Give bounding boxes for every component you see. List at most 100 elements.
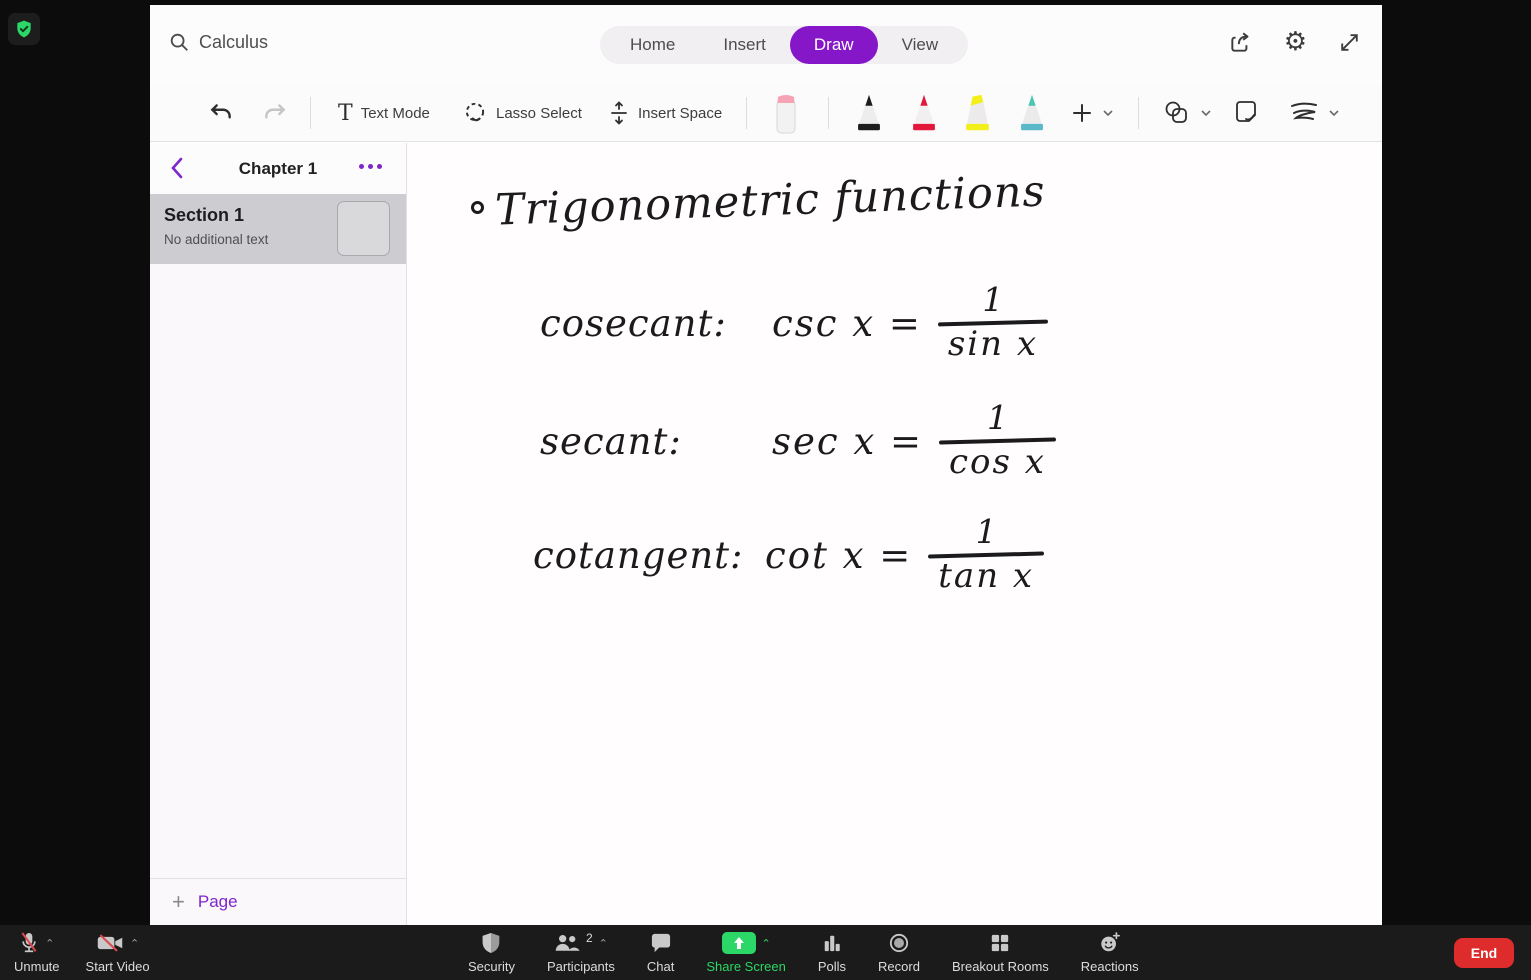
plus-icon: + xyxy=(172,889,185,914)
reactions-label: Reactions xyxy=(1080,959,1139,974)
breakout-rooms-button[interactable]: Breakout Rooms xyxy=(952,931,1049,974)
settings-gear-icon[interactable]: ⚙ xyxy=(1284,29,1307,55)
shield-check-icon xyxy=(17,20,31,38)
security-shield-icon xyxy=(483,933,500,953)
text-mode-label: Text Mode xyxy=(360,104,430,122)
reactions-button[interactable]: Reactions xyxy=(1081,931,1139,974)
share-icon[interactable] xyxy=(1228,29,1254,55)
chat-button[interactable]: Chat xyxy=(647,931,674,974)
ribbon-tabs: Home Insert Draw View xyxy=(600,26,969,64)
video-options-chevron[interactable]: ⌃ xyxy=(130,937,139,950)
red-pen-icon xyxy=(913,94,935,131)
note-canvas[interactable]: Trigonometric functions cosecant: csc x … xyxy=(407,143,1382,925)
meeting-control-bar: ⌃ Unmute ⌃ Start Video Security 2 ⌃ Part… xyxy=(0,925,1531,980)
ink-label: cosecant: xyxy=(540,301,727,345)
pen-red[interactable] xyxy=(907,85,941,141)
share-screen-label: Share Screen xyxy=(706,959,786,974)
draw-toolbar: T Text Mode Lasso Select Insert Space xyxy=(150,85,1382,142)
lasso-label: Lasso Select xyxy=(496,104,582,122)
teal-pen-icon xyxy=(1021,94,1043,131)
text-mode-button[interactable]: T Text Mode xyxy=(338,85,430,141)
record-label: Record xyxy=(878,959,920,974)
ink-fraction: 1 tan x xyxy=(928,512,1045,597)
fraction-denominator: sin x xyxy=(947,324,1039,365)
page-list-item[interactable]: Section 1 No additional text xyxy=(150,194,406,264)
ink-equation-lhs: sec x = xyxy=(772,419,923,463)
ink-label: cotangent: xyxy=(533,533,744,577)
fraction-numerator: 1 xyxy=(982,280,1004,319)
undo-button[interactable] xyxy=(208,85,234,141)
pages-sidebar: Chapter 1 Section 1 No additional text +… xyxy=(150,143,407,925)
audio-video-controls: ⌃ Unmute ⌃ Start Video xyxy=(14,931,150,974)
pen-black[interactable] xyxy=(852,85,886,141)
share-screen-button[interactable]: ⌃ Share Screen xyxy=(706,931,786,974)
shared-screen: Calculus Home Insert Draw View ⚙ T Text … xyxy=(150,5,1382,925)
fraction-numerator: 1 xyxy=(975,512,997,551)
ink-equation-lhs: csc x = xyxy=(772,301,922,345)
tab-draw[interactable]: Draw xyxy=(789,26,878,64)
notebook-search[interactable]: Calculus xyxy=(168,31,268,53)
fraction-numerator: 1 xyxy=(986,398,1008,437)
polls-button[interactable]: Polls xyxy=(818,931,846,974)
ink-title: Trigonometric functions xyxy=(494,166,1047,236)
squiggle-icon xyxy=(1291,102,1317,120)
participants-count: 2 xyxy=(585,931,593,945)
unmute-label: Unmute xyxy=(14,959,60,974)
shapes-button[interactable] xyxy=(1162,85,1212,141)
redo-button[interactable] xyxy=(262,85,288,141)
eraser-tool[interactable] xyxy=(770,85,802,141)
share-options-chevron[interactable]: ⌃ xyxy=(762,937,771,950)
camera-off-icon xyxy=(97,934,123,952)
pen-highlighter[interactable] xyxy=(960,85,994,141)
more-options-icon[interactable] xyxy=(359,164,382,169)
insert-space-icon xyxy=(611,101,627,125)
tab-insert[interactable]: Insert xyxy=(699,26,790,64)
ink-equation-lhs: cot x = xyxy=(765,533,913,577)
security-button[interactable]: Security xyxy=(468,931,515,974)
toolbar-divider xyxy=(310,97,311,129)
add-page-label: Page xyxy=(197,892,238,911)
yellow-highlighter-icon xyxy=(966,94,989,131)
eraser-icon xyxy=(776,95,796,134)
content-area: Chapter 1 Section 1 No additional text +… xyxy=(150,143,1382,925)
add-page-button[interactable]: + Page xyxy=(150,878,406,925)
tab-home[interactable]: Home xyxy=(606,26,699,64)
lasso-select-button[interactable]: Lasso Select xyxy=(462,85,582,141)
toolbar-divider xyxy=(828,97,829,129)
pen-teal[interactable] xyxy=(1015,85,1049,141)
polls-bars-icon xyxy=(824,935,840,952)
polls-label: Polls xyxy=(817,959,847,974)
start-video-button[interactable]: ⌃ Start Video xyxy=(86,931,150,974)
breakout-rooms-label: Breakout Rooms xyxy=(951,959,1049,974)
end-meeting-button[interactable]: End xyxy=(1454,938,1514,968)
insert-space-label: Insert Space xyxy=(638,104,723,122)
toolbar-divider xyxy=(1138,97,1139,129)
ink-line-secant: secant: sec x = 1 cos x xyxy=(540,398,1056,482)
participants-chevron[interactable]: ⌃ xyxy=(599,937,608,950)
meeting-security-badge[interactable] xyxy=(8,13,40,45)
chevron-down-icon xyxy=(1329,110,1339,117)
participants-button[interactable]: 2 ⌃ Participants xyxy=(547,931,615,974)
tab-view[interactable]: View xyxy=(878,26,963,64)
record-button[interactable]: Record xyxy=(878,931,920,974)
chat-label: Chat xyxy=(646,959,675,974)
toolbar-divider xyxy=(746,97,747,129)
add-pen-button[interactable] xyxy=(1070,85,1114,141)
fraction-denominator: tan x xyxy=(938,556,1035,597)
ink-replay-button[interactable] xyxy=(1288,85,1340,141)
chat-bubble-icon xyxy=(651,933,670,953)
ink-line-cotangent: cotangent: cot x = 1 tan x xyxy=(533,512,1045,597)
unmute-button[interactable]: ⌃ Unmute xyxy=(14,931,60,974)
record-circle-icon xyxy=(889,933,909,953)
ink-note-button[interactable] xyxy=(1232,85,1260,141)
insert-space-button[interactable]: Insert Space xyxy=(608,85,722,141)
ink-line-cosecant: cosecant: csc x = 1 sin x xyxy=(540,280,1049,365)
audio-options-chevron[interactable]: ⌃ xyxy=(45,937,54,950)
ink-fraction: 1 cos x xyxy=(938,398,1056,482)
redo-icon xyxy=(265,104,286,119)
undo-icon xyxy=(210,104,231,119)
security-label: Security xyxy=(468,959,515,974)
page-thumbnail xyxy=(337,201,390,256)
share-screen-icon xyxy=(721,932,756,954)
fullscreen-expand-icon[interactable] xyxy=(1337,30,1362,55)
